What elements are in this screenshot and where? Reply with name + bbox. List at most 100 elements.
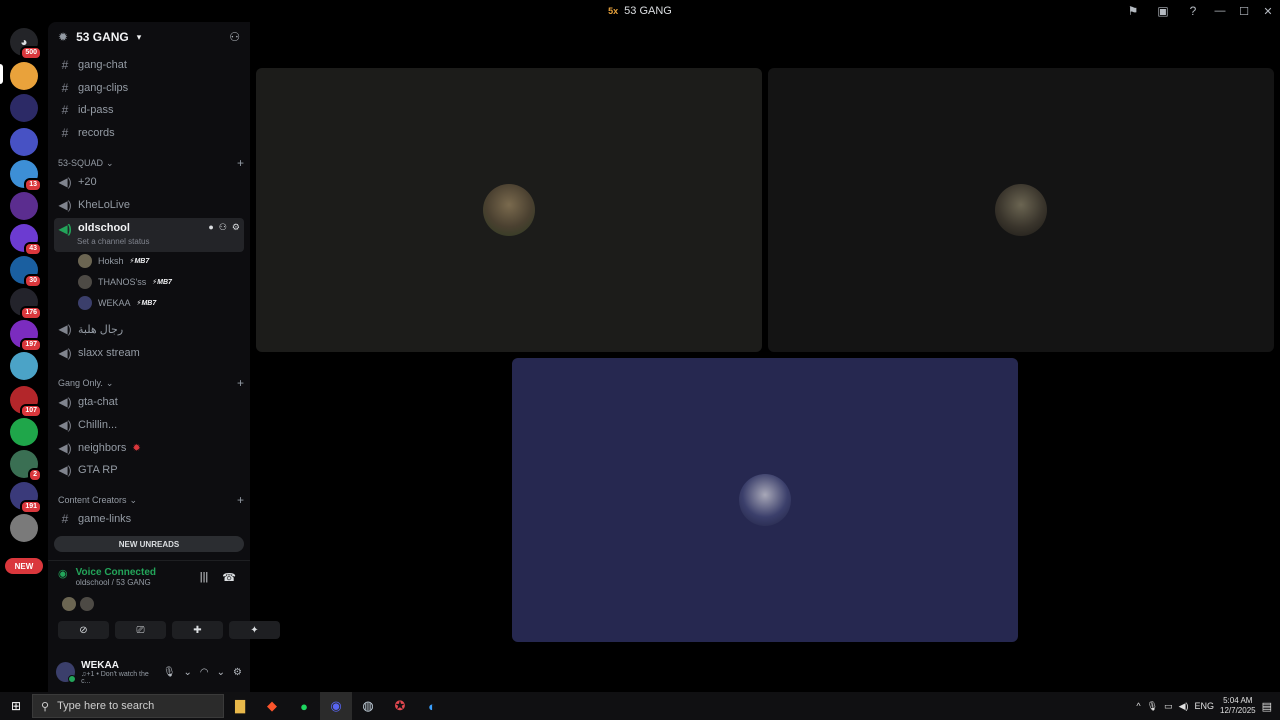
server-icon[interactable] [10,352,38,380]
signal-icon[interactable]: ◉ [58,567,68,587]
app-icon[interactable]: ◐ [416,692,448,720]
video-tile[interactable] [768,68,1274,352]
server-badge: 176 [20,306,42,320]
server-icon[interactable] [10,62,38,90]
server-icon[interactable] [10,418,38,446]
server-icon[interactable]: 107 [10,386,42,418]
direct-messages-button[interactable]: ◕ 500 [10,28,42,60]
server-icon[interactable]: 30 [10,256,42,288]
category-content-creators[interactable]: Content Creators ⌄ + [58,493,244,507]
server-icon[interactable]: 13 [10,160,42,192]
video-tile[interactable] [256,68,762,352]
maximize-button[interactable]: ☐ [1232,0,1256,22]
discord-icon[interactable]: ◉ [320,692,352,720]
add-channel-icon[interactable]: + [237,493,244,507]
windows-start-icon[interactable]: ⊞ [0,692,32,720]
chevron-down-icon: ⌄ [106,157,114,168]
speaker-icon: ◀) [58,346,72,360]
server-header[interactable]: ✹ 53 GANG ▾ ⚇ [48,22,250,52]
noise-suppression-icon[interactable]: ||| [200,571,209,584]
video-tile[interactable] [512,358,1018,642]
server-icon[interactable]: 191 [10,482,42,514]
user-status: ♫+1 • Don't watch the c... [81,670,149,685]
category-53-squad[interactable]: 53-SQUAD ⌄ + [58,156,244,170]
gear-icon[interactable]: ⚙ [233,667,242,678]
volume-icon[interactable]: ◀) [1179,701,1189,712]
hash-icon: # [61,58,69,72]
server-icon[interactable]: 43 [10,224,42,256]
user-name[interactable]: WEKAA [81,660,157,671]
channel-status[interactable]: Set a channel status [77,237,150,246]
channel-label: رجال هلبة [78,323,124,336]
inbox-icon[interactable]: ▣ [1148,0,1178,22]
voice-user[interactable]: THANOS'ss ⚡MB7 [78,273,172,291]
channel-chillin[interactable]: ◀) Chillin... [54,415,244,435]
microphone-icon[interactable]: 🎙︎ [1147,701,1158,712]
voice-channel-slaxx-stream[interactable]: ◀) slaxx stream [54,343,244,363]
chat-icon[interactable]: ● [208,222,213,233]
new-pill[interactable]: NEW [5,558,43,574]
voice-channel-path[interactable]: oldschool / 53 GANG [76,578,156,587]
screen-share-button[interactable]: ⎚ [115,621,166,639]
camera-off-button[interactable]: ⊘ [58,621,109,639]
voice-channel-oldschool[interactable]: ◀) oldschool Set a channel status ● ⚇ ⚙ [54,218,244,252]
disconnect-icon[interactable]: ☎ [222,571,236,584]
steam-icon[interactable]: ◍ [352,692,384,720]
channel-game-links[interactable]: # game-links [54,509,244,529]
clock[interactable]: 5:04 AM 12/7/2025 [1220,696,1256,716]
network-icon[interactable]: ▭ [1164,701,1173,712]
category-gang-only[interactable]: Gang Only. ⌄ + [58,376,244,390]
channel-neighbors[interactable]: ◀) neighbors ✹ [54,438,244,458]
channel-id-pass[interactable]: # id-pass [54,100,244,120]
user-tag-text: MB7 [134,258,150,265]
chevron-down-icon[interactable]: ⌄ [184,667,192,678]
flag-icon[interactable]: ⚑ [1118,0,1148,22]
channel-records[interactable]: # records [54,123,244,143]
invite-icon[interactable]: ⚇ [219,222,227,233]
brave-icon[interactable]: ◆ [256,692,288,720]
server-icon[interactable] [10,192,38,220]
file-explorer-icon[interactable]: ▇ [224,692,256,720]
windows-taskbar: ⊞ ⚲ Type here to search ▇ ◆ ● ◉ ◍ ✪ ◐ ^ … [0,692,1280,720]
rockstar-icon[interactable]: ✪ [384,692,416,720]
new-unreads-bar[interactable]: NEW UNREADS [54,536,244,552]
headphones-icon[interactable]: ◠ [200,667,209,678]
avatar[interactable] [56,662,77,683]
notifications-icon[interactable]: ▤ [1262,700,1272,713]
channel-gang-chat[interactable]: # gang-chat [54,55,244,75]
channel-label: id-pass [78,104,114,116]
avatar [78,254,92,268]
microphone-icon[interactable]: 🎙︎ [163,667,176,678]
server-icon[interactable]: 2 [10,450,42,482]
invite-icon[interactable]: ⚇ [229,30,240,44]
chevron-down-icon[interactable]: ⌄ [217,667,225,678]
channel-gang-clips[interactable]: # gang-clips [54,78,244,98]
channel-gta-rp[interactable]: ◀) GTA RP [54,460,244,480]
server-icon[interactable] [10,94,38,122]
add-channel-icon[interactable]: + [237,156,244,170]
add-channel-icon[interactable]: + [237,376,244,390]
server-icon[interactable]: 197 [10,320,42,352]
voice-channel-rjal[interactable]: ◀) رجال هلبة [54,319,244,339]
spotify-icon[interactable]: ● [288,692,320,720]
participant-avatar [739,474,791,526]
server-icon[interactable] [10,128,38,156]
voice-channel-khelolive[interactable]: ◀) KheLoLive [54,195,244,215]
chevron-up-icon[interactable]: ^ [1136,701,1140,711]
voice-user[interactable]: WEKAA ⚡MB7 [78,294,156,312]
help-icon[interactable]: ? [1178,0,1208,22]
speaker-icon: ◀) [58,395,72,409]
voice-channel-plus20[interactable]: ◀) +20 [54,172,244,192]
server-icon[interactable]: 176 [10,288,42,320]
channel-gta-chat[interactable]: ◀) gta-chat [54,392,244,412]
minimize-button[interactable]: — [1208,0,1232,22]
close-button[interactable]: ✕ [1256,0,1280,22]
voice-connected-label[interactable]: Voice Connected [76,567,156,578]
server-icon[interactable] [10,514,38,542]
taskbar-search[interactable]: ⚲ Type here to search [32,694,224,718]
activities-button[interactable]: ✚ [172,621,223,639]
soundboard-button[interactable]: ✦ [229,621,280,639]
voice-user[interactable]: Hoksh ⚡MB7 [78,252,149,270]
gear-icon[interactable]: ⚙ [232,222,240,233]
language-indicator[interactable]: ENG [1194,701,1214,711]
